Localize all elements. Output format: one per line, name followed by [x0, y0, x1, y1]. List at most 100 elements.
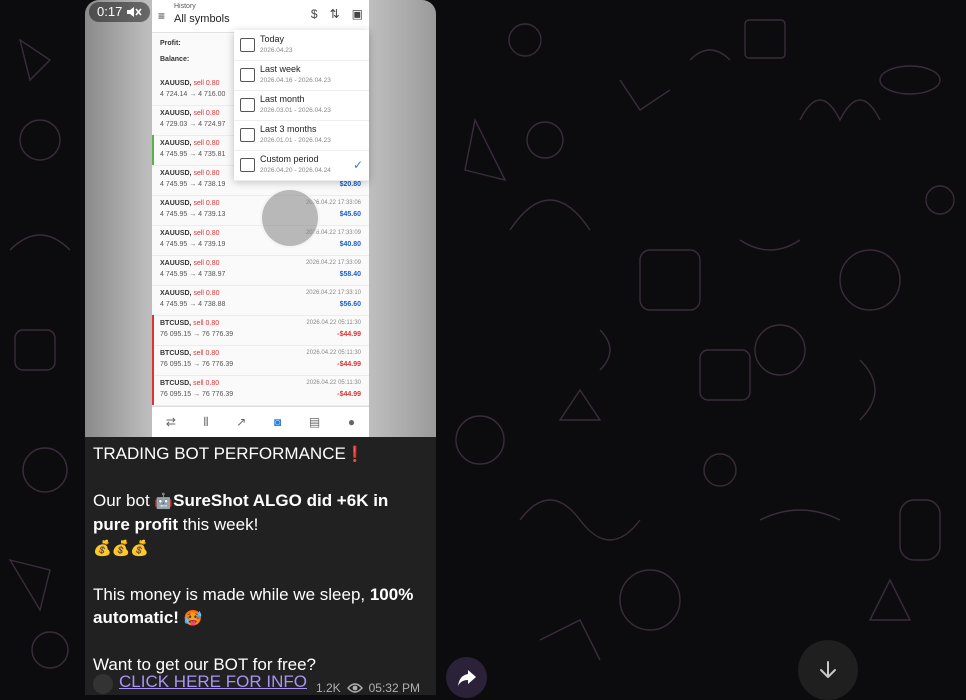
trade-symbol: BTCUSD, sell 0.80	[160, 350, 219, 357]
trade-row[interactable]: XAUUSD, sell 0.80 4 745.95 → 4 738.97 2026…	[152, 255, 369, 286]
trade-symbol: XAUUSD, sell 0.80	[160, 260, 220, 267]
period-option[interactable]: Custom period 2026.04.20 - 2026.04.24 ✓	[234, 150, 369, 181]
trade-date: 2026.04.22 05:11:30	[306, 380, 361, 386]
trade-prices: 76 095.15 → 76 776.39	[160, 391, 234, 398]
period-option[interactable]: Today 2026.04.23	[234, 30, 369, 61]
trade-symbol: XAUUSD, sell 0.80	[160, 230, 220, 237]
trade-date: 2026.04.22 17:33:10	[305, 290, 361, 296]
trade-side: sell 0.80	[193, 260, 220, 267]
money-bag-emojis: 💰💰💰	[93, 540, 150, 557]
message-time: 05:32 PM	[368, 681, 420, 695]
trade-symbol-text: XAUUSD,	[160, 140, 192, 147]
hamburger-icon: ≡	[158, 9, 166, 23]
trade-symbol-text: XAUUSD,	[160, 170, 192, 177]
trade-row[interactable]: XAUUSD, sell 0.80 4 745.95 → 4 738.88 2026…	[152, 285, 369, 316]
video-duration-badge: 0:17	[89, 2, 151, 22]
trade-side: sell 0.80	[193, 290, 220, 297]
trade-prices: 76 095.15 → 76 776.39	[160, 331, 234, 338]
calendar-icon	[240, 38, 255, 52]
trade-profit: -$44.99	[337, 361, 361, 368]
trade-prices: 4 745.95 → 4 739.13	[160, 211, 226, 218]
calendar-icon	[240, 98, 255, 112]
checkmark-icon: ✓	[352, 158, 363, 172]
view-count: 1.2K	[315, 681, 341, 695]
hot-face-icon: 🥵	[183, 610, 203, 627]
trade-prices: 4 745.95 → 4 739.19	[160, 241, 226, 248]
trade-icon: ↗	[236, 415, 247, 429]
trade-date: 2026.04.22 05:11:30	[306, 320, 361, 326]
period-option[interactable]: Last 3 months 2026.01.01 - 2026.04.23	[234, 120, 369, 151]
trade-symbol: XAUUSD, sell 0.80	[160, 170, 220, 177]
trade-row[interactable]: BTCUSD, sell 0.80 76 095.15 → 76 776.39 20…	[152, 345, 369, 376]
trade-symbol: XAUUSD, sell 0.80	[160, 110, 220, 117]
trade-side: sell 0.80	[193, 110, 220, 117]
link-emoji-icon	[93, 674, 113, 694]
period-option[interactable]: Last week 2026.04.16 - 2026.04.23	[234, 60, 369, 91]
trade-symbol-text: XAUUSD,	[160, 290, 192, 297]
message-meta: 1.2K 05:32 PM	[316, 681, 420, 695]
calendar-icon: ▣	[351, 7, 363, 21]
trade-symbol: BTCUSD, sell 0.80	[160, 380, 219, 387]
trade-symbol-text: XAUUSD,	[160, 260, 192, 267]
calendar-icon	[240, 128, 255, 142]
trade-symbol: BTCUSD, sell 0.80	[160, 320, 219, 327]
forward-button[interactable]	[446, 657, 487, 698]
trade-profit: $45.60	[339, 211, 361, 218]
info-link[interactable]: CLICK HERE FOR INFO	[119, 672, 307, 692]
exclamation-icon: ❗	[345, 446, 365, 463]
forward-arrow-icon	[457, 669, 476, 686]
trade-profit: $20.80	[339, 181, 361, 188]
period-label: Last month	[260, 94, 305, 104]
trade-side: sell 0.80	[193, 380, 220, 387]
touch-indicator	[260, 188, 320, 248]
scroll-down-button[interactable]	[798, 640, 858, 700]
calendar-icon	[240, 158, 255, 172]
trade-side: sell 0.80	[193, 350, 220, 357]
period-range: 2026.03.01 - 2026.04.23	[260, 107, 331, 114]
robot-icon: 🤖	[154, 493, 174, 510]
message-text: TRADING BOT PERFORMANCE❗ Our bot 🤖SureSh…	[93, 442, 428, 676]
balance-label: Balance:	[160, 56, 190, 63]
message-title: TRADING BOT PERFORMANCE	[93, 444, 346, 463]
calendar-icon	[240, 68, 255, 82]
eye-icon	[346, 683, 363, 693]
message-line4-start: This money is made while we sleep,	[93, 585, 370, 604]
trade-prices: 4 745.95 → 4 738.88	[160, 301, 226, 308]
message-line2-end: this week!	[178, 515, 259, 534]
period-range: 2026.04.23	[260, 47, 293, 54]
video-duration: 0:17	[97, 4, 123, 19]
trade-prices: 4 724.14 → 4 716.00	[160, 91, 226, 98]
trade-symbol-text: BTCUSD,	[160, 320, 192, 327]
sort-icon: ⇅	[329, 7, 340, 21]
news-icon: ▤	[308, 415, 321, 429]
speaker-muted-icon[interactable]	[126, 6, 142, 18]
trade-side: sell 0.80	[193, 320, 220, 327]
messages-icon: ●	[347, 415, 356, 429]
arrow-down-icon	[820, 661, 836, 678]
chart-icon: ⫴	[203, 414, 209, 429]
period-label: Today	[260, 34, 285, 44]
trade-row[interactable]: XAUUSD, sell 0.80 4 745.95 → 4 739.19 2026…	[152, 225, 369, 256]
history-icon: ◙	[273, 415, 282, 429]
trade-symbol-text: XAUUSD,	[160, 110, 192, 117]
trade-date: 2026.04.22 05:11:30	[306, 350, 361, 356]
trade-profit: $58.40	[339, 271, 361, 278]
trade-side: sell 0.80	[193, 140, 220, 147]
trade-prices: 4 745.95 → 4 735.81	[160, 151, 226, 158]
trade-row[interactable]: BTCUSD, sell 0.80 76 095.15 → 76 776.39 20…	[152, 315, 369, 346]
trade-side: sell 0.80	[193, 230, 220, 237]
trade-row[interactable]: BTCUSD, sell 0.80 76 095.15 → 76 776.39 20…	[152, 375, 369, 406]
video-preview[interactable]: ≡ History All symbols $ ⇅ ▣ Profit: Bala…	[85, 0, 436, 437]
quotes-icon: ⇄	[165, 415, 176, 429]
trade-profit: $40.80	[339, 241, 361, 248]
trade-symbol: XAUUSD, sell 0.80	[160, 290, 220, 297]
trade-symbol-text: BTCUSD,	[160, 350, 192, 357]
trade-prices: 4 745.95 → 4 738.97	[160, 271, 226, 278]
trade-profit: -$44.99	[337, 391, 361, 398]
period-option[interactable]: Last month 2026.03.01 - 2026.04.23	[234, 90, 369, 121]
message-line2-start: Our bot	[93, 491, 155, 510]
trade-symbol-text: XAUUSD,	[160, 230, 192, 237]
trade-profit: -$44.99	[337, 331, 361, 338]
trade-profit: $56.60	[339, 301, 361, 308]
trade-prices: 4 729.03 → 4 724.97	[160, 121, 226, 128]
